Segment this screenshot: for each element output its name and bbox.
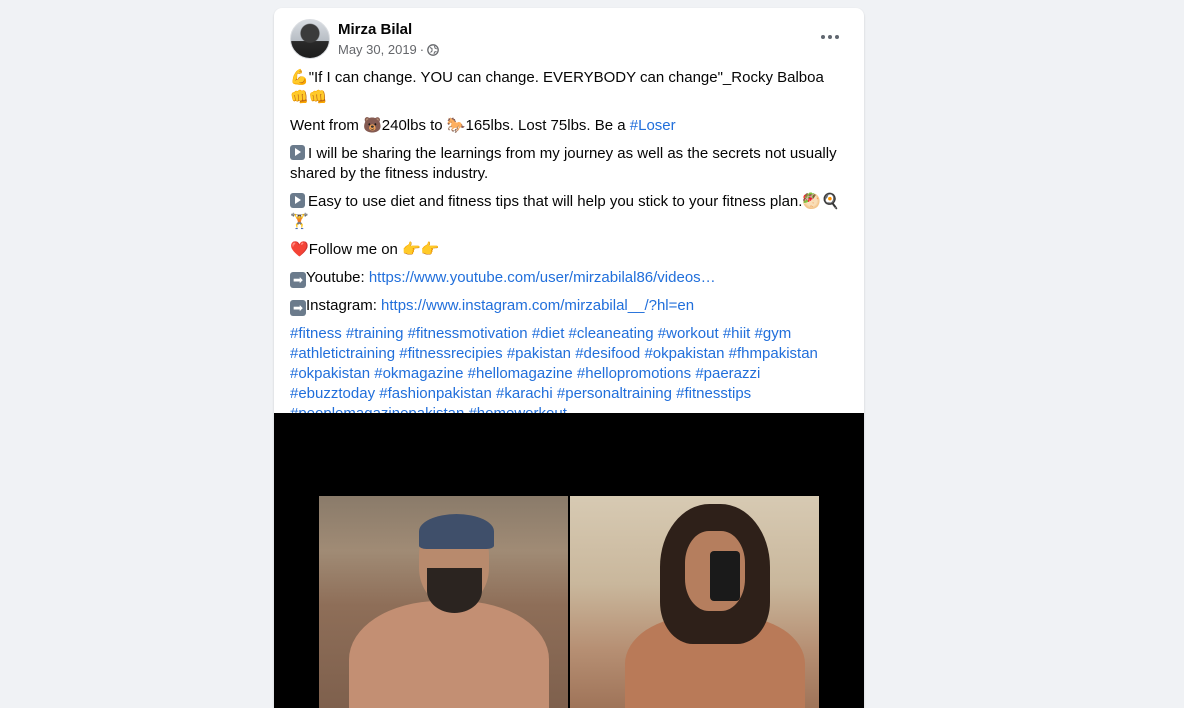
- hashtag-link[interactable]: #okpakistan: [290, 365, 370, 382]
- meta-separator: ·: [419, 42, 425, 57]
- hashtag-link[interactable]: #fitness: [290, 325, 342, 342]
- hashtag-link[interactable]: #okpakistan: [644, 345, 724, 362]
- follow-line: ❤️Follow me on 👉👉: [290, 240, 846, 260]
- youtube-label: Youtube:: [306, 269, 369, 286]
- hashtag-link[interactable]: #paerazzi: [695, 365, 760, 382]
- hashtag-link[interactable]: #fitnesstips: [676, 385, 751, 402]
- post-text: 💪"If I can change. YOU can change. EVERY…: [290, 68, 846, 432]
- hashtag-link[interactable]: #ebuzztoday: [290, 385, 375, 402]
- tips-text: Easy to use diet and fitness tips that w…: [308, 193, 803, 210]
- instagram-link[interactable]: https://www.instagram.com/mirzabilal__/?…: [381, 297, 694, 314]
- post-date[interactable]: May 30, 2019: [338, 42, 417, 57]
- hashtag-link[interactable]: #personaltraining: [557, 385, 672, 402]
- hashtag-link[interactable]: #athletictraining: [290, 345, 395, 362]
- fists-emoji: 👊👊: [290, 89, 328, 106]
- after-photo: [570, 496, 819, 708]
- quote-line: 💪"If I can change. YOU can change. EVERY…: [290, 68, 846, 108]
- hashtag-link[interactable]: #cleaneating: [569, 325, 654, 342]
- weights-emoji: 🏋: [290, 213, 309, 230]
- horse-emoji: 🐎: [446, 117, 466, 134]
- before-after-photo[interactable]: [319, 496, 819, 708]
- hashtag-link[interactable]: #pakistan: [507, 345, 571, 362]
- hashtag-link[interactable]: #gym: [755, 325, 792, 342]
- sharing-line: I will be sharing the learnings from my …: [290, 144, 846, 184]
- youtube-link[interactable]: https://www.youtube.com/user/mirzabilal8…: [369, 269, 716, 286]
- muscle-emoji: 💪: [290, 69, 309, 86]
- quote-text: "If I can change. YOU can change. EVERYB…: [308, 69, 824, 86]
- loser-hashtag-link[interactable]: #Loser: [630, 117, 676, 134]
- more-options-icon[interactable]: [816, 27, 844, 47]
- author-name[interactable]: Mirza Bilal: [338, 21, 412, 38]
- hashtag-link[interactable]: #workout: [658, 325, 719, 342]
- hashtag-link[interactable]: #hellomagazine: [468, 365, 573, 382]
- hashtag-link[interactable]: #fitnessrecipies: [399, 345, 502, 362]
- post-header: Mirza Bilal May 30, 2019 ·: [290, 19, 848, 63]
- right-arrow-icon: ➡: [290, 300, 306, 316]
- post-card: Mirza Bilal May 30, 2019 · 💪"If I can cha…: [274, 8, 864, 708]
- hashtag-link[interactable]: #hellopromotions: [577, 365, 691, 382]
- pointing-emoji: 👉👉: [402, 241, 440, 258]
- weight-text-b: 240lbs to: [381, 117, 447, 134]
- tips-line: Easy to use diet and fitness tips that w…: [290, 192, 846, 232]
- weight-text-a: Went from: [290, 117, 364, 134]
- author-avatar[interactable]: [290, 19, 330, 59]
- heart-emoji: ❤️: [290, 241, 309, 258]
- hashtag-link[interactable]: #hiit: [723, 325, 751, 342]
- follow-text: Follow me on: [308, 241, 403, 258]
- play-button-icon: [290, 193, 305, 208]
- instagram-label: Instagram:: [306, 297, 382, 314]
- weight-line: Went from 🐻240lbs to 🐎165lbs. Lost 75lbs…: [290, 116, 846, 136]
- weight-text-c: 165lbs. Lost 75lbs. Be a: [465, 117, 630, 134]
- hashtag-link[interactable]: #fashionpakistan: [379, 385, 492, 402]
- hashtag-link[interactable]: #fhmpakistan: [729, 345, 818, 362]
- hashtag-list: #fitness #training #fitnessmotivation #d…: [290, 324, 846, 424]
- food-emoji: 🥙🍳: [802, 193, 840, 210]
- hashtag-link[interactable]: #okmagazine: [374, 365, 463, 382]
- play-button-icon: [290, 145, 305, 160]
- sharing-text: I will be sharing the learnings from my …: [290, 145, 837, 182]
- youtube-line: ➡ Youtube: https://www.youtube.com/user/m…: [290, 268, 846, 288]
- hashtag-link[interactable]: #training: [346, 325, 404, 342]
- globe-icon: [427, 44, 439, 59]
- hashtag-link[interactable]: #diet: [532, 325, 565, 342]
- instagram-line: ➡ Instagram: https://www.instagram.com/mi…: [290, 296, 846, 316]
- post-meta: May 30, 2019 ·: [338, 42, 439, 59]
- right-arrow-icon: ➡: [290, 272, 306, 288]
- hashtag-link[interactable]: #karachi: [496, 385, 553, 402]
- hashtag-link[interactable]: #fitnessmotivation: [408, 325, 528, 342]
- post-photo[interactable]: [274, 413, 864, 708]
- bear-emoji: 🐻: [363, 117, 382, 134]
- before-photo: [319, 496, 568, 708]
- hashtag-link[interactable]: #desifood: [575, 345, 640, 362]
